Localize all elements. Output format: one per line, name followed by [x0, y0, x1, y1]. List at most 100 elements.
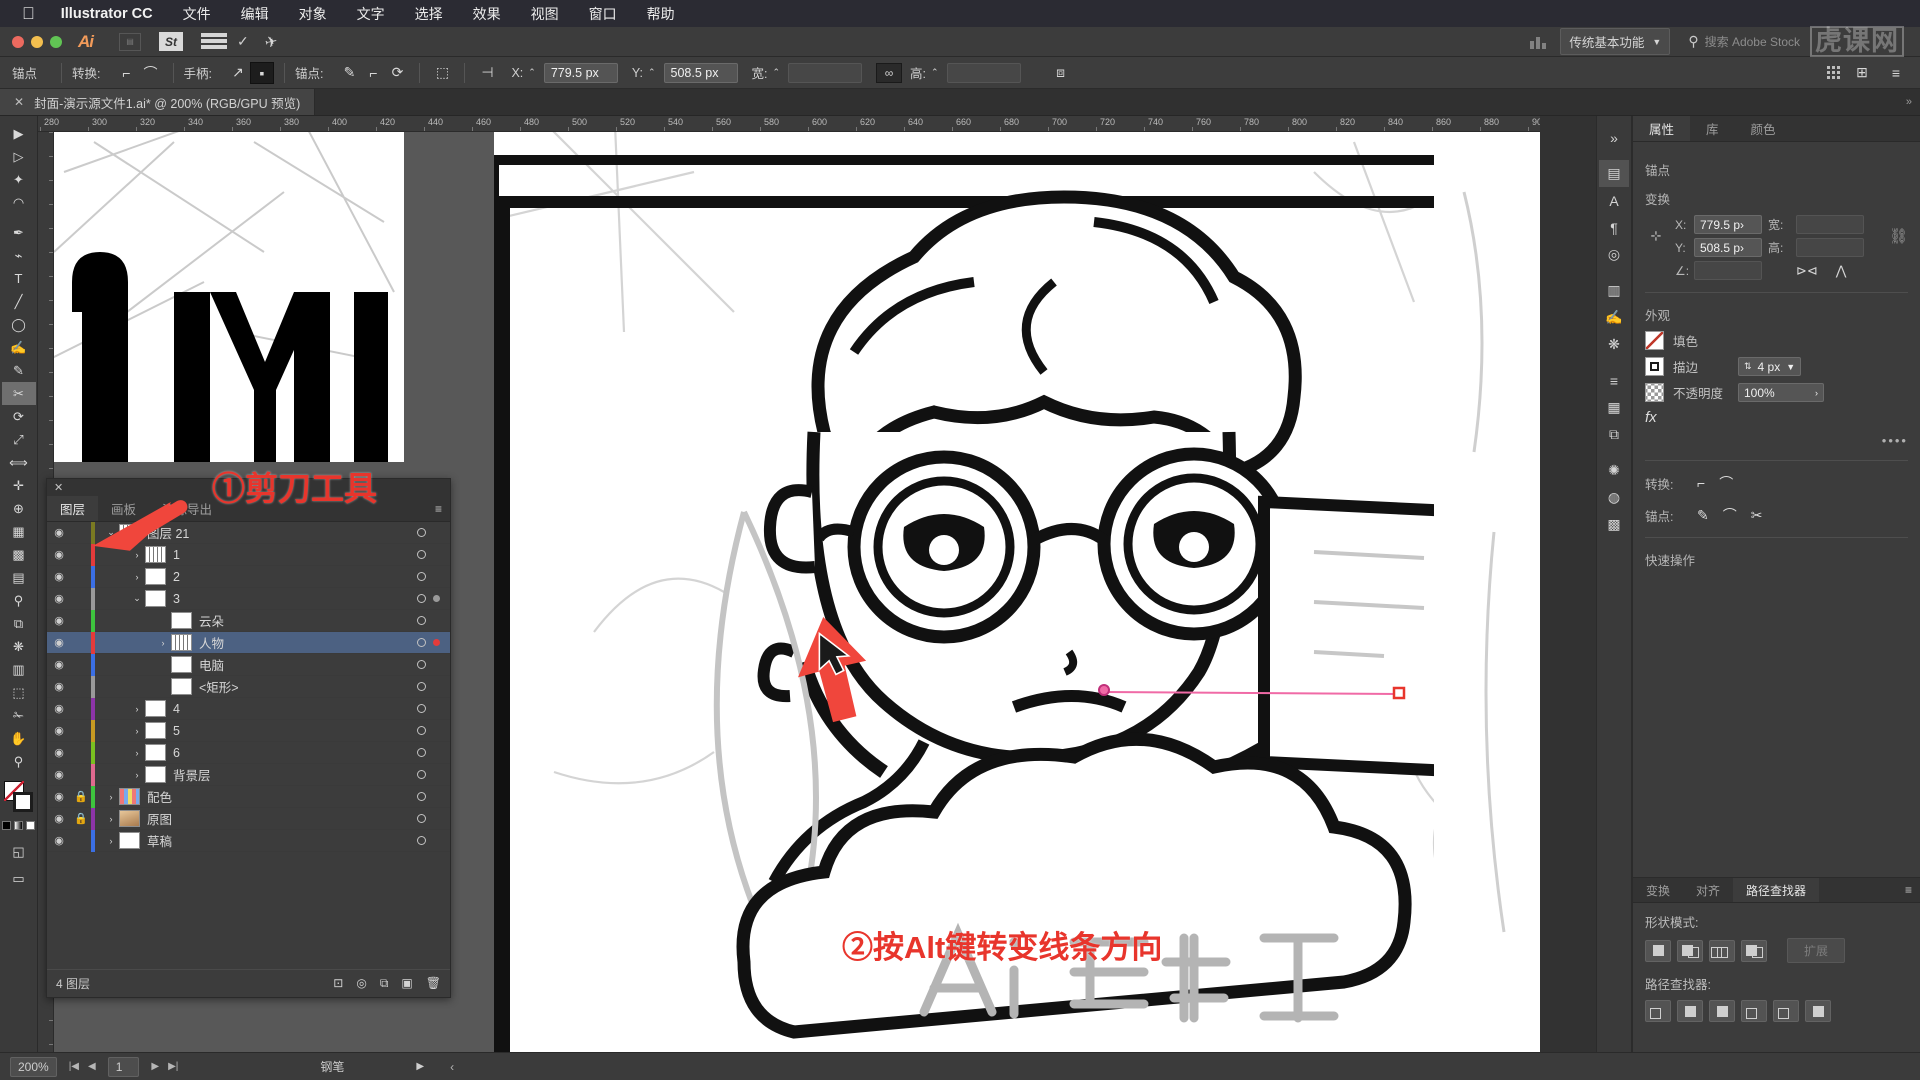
panel-menu-icon[interactable]: ≡: [1905, 878, 1920, 902]
symbols-dock-icon[interactable]: ❋: [1599, 331, 1629, 358]
opacity-input[interactable]: 100% ›: [1738, 383, 1824, 402]
layer-row[interactable]: ◉ › 2: [47, 565, 450, 588]
chevron-right-icon[interactable]: ›: [129, 770, 145, 780]
pathfinder-dock-icon[interactable]: ⧉: [1599, 421, 1629, 448]
pen-tool[interactable]: ✒: [2, 221, 36, 244]
curvature-tool[interactable]: ⌁: [2, 244, 36, 267]
chevron-right-icon[interactable]: ›: [129, 704, 145, 714]
blend-tool[interactable]: ⧉: [2, 612, 36, 635]
eye-icon[interactable]: ◉: [47, 834, 71, 847]
layer-row[interactable]: ◉ 云朵: [47, 609, 450, 632]
target-indicator-icon[interactable]: [417, 638, 426, 647]
layer-row[interactable]: ◉ › 5: [47, 719, 450, 742]
libraries-dock-icon[interactable]: ▥: [1599, 277, 1629, 304]
eye-icon[interactable]: ◉: [47, 636, 71, 649]
minus-back-icon[interactable]: [1805, 1000, 1831, 1022]
remove-anchor-icon[interactable]: ✎: [1697, 507, 1709, 524]
target-indicator-icon[interactable]: [417, 814, 426, 823]
tab-layers[interactable]: 图层: [47, 496, 99, 521]
target-indicator-icon[interactable]: [417, 792, 426, 801]
target-indicator-icon[interactable]: [417, 704, 426, 713]
checkmark-icon[interactable]: ✓: [237, 33, 249, 50]
layer-name-label[interactable]: 草稿: [147, 831, 417, 850]
tab-properties[interactable]: 属性: [1633, 116, 1691, 141]
layer-name-label[interactable]: 1: [173, 548, 417, 562]
apple-logo-icon[interactable]: : [22, 5, 35, 22]
x-stepper-icon[interactable]: ⌃: [528, 67, 536, 78]
exclude-icon[interactable]: [1741, 939, 1767, 962]
chevron-right-icon[interactable]: ›: [129, 748, 145, 758]
layer-row[interactable]: ◉ › 背景层: [47, 763, 450, 786]
tab-pathfinder[interactable]: 路径查找器: [1733, 878, 1820, 902]
menu-select[interactable]: 选择: [415, 4, 443, 24]
cut-path-icon[interactable]: ⟳: [385, 62, 409, 84]
arrange-panel-icon[interactable]: ⊞: [1850, 62, 1874, 84]
reference-point-icon[interactable]: ⊹: [1645, 219, 1667, 253]
layers-panel[interactable]: ✕ 图层 画板 资源导出 ≡ ◉ ⌄ 图层 21 ◉ › 1 ◉ › 2 ◉ ⌄ 3 ◉ 云朵 ◉ › 人物 ◉ 电…: [46, 478, 451, 998]
connect-anchor-icon[interactable]: ⌐: [361, 62, 385, 84]
close-icon[interactable]: ✕: [54, 481, 63, 494]
layer-name-label[interactable]: 图层 21: [147, 523, 417, 542]
target-indicator-icon[interactable]: [417, 726, 426, 735]
perspective-grid-tool[interactable]: ▦: [2, 520, 36, 543]
target-indicator-icon[interactable]: [417, 528, 426, 537]
width-tool[interactable]: ⟺: [2, 451, 36, 474]
target-indicator-icon[interactable]: [417, 770, 426, 779]
shaper-tool[interactable]: ✎: [2, 359, 36, 382]
x-input[interactable]: 779.5 px: [543, 62, 618, 83]
chevron-right-icon[interactable]: ›: [103, 814, 119, 824]
next-page-icon[interactable]: ▶: [151, 1061, 159, 1072]
w-stepper-icon[interactable]: ⌃: [772, 67, 780, 78]
gradient-swatch-icon[interactable]: [14, 821, 23, 830]
eye-icon[interactable]: ◉: [47, 812, 71, 825]
convert-to-corner-icon[interactable]: ⌐: [115, 62, 139, 84]
properties-panel[interactable]: 属性 库 颜色 锚点 变换 ⊹ X: 779.5 p› 宽: Y: 508.5 …: [1632, 116, 1920, 1052]
status-resize-icon[interactable]: ‹: [450, 1060, 454, 1074]
document-tab[interactable]: ✕ 封面-演示源文件1.ai* @ 200% (RGB/GPU 预览): [0, 89, 316, 115]
hide-handles-icon[interactable]: ▪: [249, 61, 274, 84]
width-input[interactable]: [788, 62, 863, 83]
layer-row[interactable]: ◉ ⌄ 图层 21: [47, 522, 450, 544]
make-clipping-mask-icon[interactable]: ◎: [356, 976, 366, 991]
line-segment-tool[interactable]: ╱: [2, 290, 36, 313]
link-dimensions-icon[interactable]: ∞: [876, 62, 903, 83]
properties-dock-icon[interactable]: ▤: [1599, 160, 1629, 187]
fill-stroke-swatches[interactable]: [2, 781, 36, 815]
tab-artboards[interactable]: 画板: [98, 496, 149, 521]
workspace-switcher[interactable]: 传统基本功能 ▼: [1560, 28, 1671, 55]
appearance-more-icon[interactable]: ••••: [1645, 433, 1908, 448]
create-layer-icon[interactable]: ▣: [401, 976, 412, 991]
menu-view[interactable]: 视图: [531, 4, 559, 24]
chevron-right-icon[interactable]: ›: [129, 550, 145, 560]
expand-button[interactable]: 扩展: [1787, 938, 1846, 963]
color-swatch-icon[interactable]: [2, 821, 11, 830]
rotate-tool[interactable]: ⟳: [2, 405, 36, 428]
y-stepper-icon[interactable]: ⌃: [648, 67, 656, 78]
eyedropper-tool[interactable]: ⚲: [2, 589, 36, 612]
layer-name-label[interactable]: 3: [173, 592, 417, 606]
stroke-swatch[interactable]: [1645, 357, 1664, 376]
paragraph-dock-icon[interactable]: ¶: [1599, 214, 1629, 241]
mesh-tool[interactable]: ▩: [2, 543, 36, 566]
layer-name-label[interactable]: <矩形>: [199, 677, 417, 696]
screen-mode-icon[interactable]: ▭: [2, 867, 36, 890]
transform-each-icon[interactable]: ⧈: [1049, 62, 1073, 84]
layer-row[interactable]: ◉ <矩形>: [47, 675, 450, 698]
pathfinder-panel[interactable]: 变换 对齐 路径查找器 ≡ 形状模式: 扩展 路径查找器:: [1633, 877, 1920, 1052]
eye-icon[interactable]: ◉: [47, 702, 71, 715]
ellipse-tool[interactable]: ◯: [2, 313, 36, 336]
arrange-documents-icon[interactable]: [201, 32, 227, 51]
page-number-input[interactable]: 1: [107, 1056, 140, 1077]
menu-file[interactable]: 文件: [183, 4, 211, 24]
eye-icon[interactable]: ◉: [47, 724, 71, 737]
width-input[interactable]: [1796, 215, 1864, 234]
stroke-dock-icon[interactable]: ◎: [1599, 241, 1629, 268]
target-indicator-icon[interactable]: [417, 616, 426, 625]
type-tool[interactable]: T: [2, 267, 36, 290]
align-dock-icon[interactable]: ≡: [1599, 367, 1629, 394]
status-expand-icon[interactable]: ▶: [416, 1061, 424, 1072]
brushes-dock-icon[interactable]: ✍: [1599, 304, 1629, 331]
eye-icon[interactable]: ◉: [47, 614, 71, 627]
target-indicator-icon[interactable]: [417, 682, 426, 691]
direct-selection-tool[interactable]: ▷: [2, 145, 36, 168]
